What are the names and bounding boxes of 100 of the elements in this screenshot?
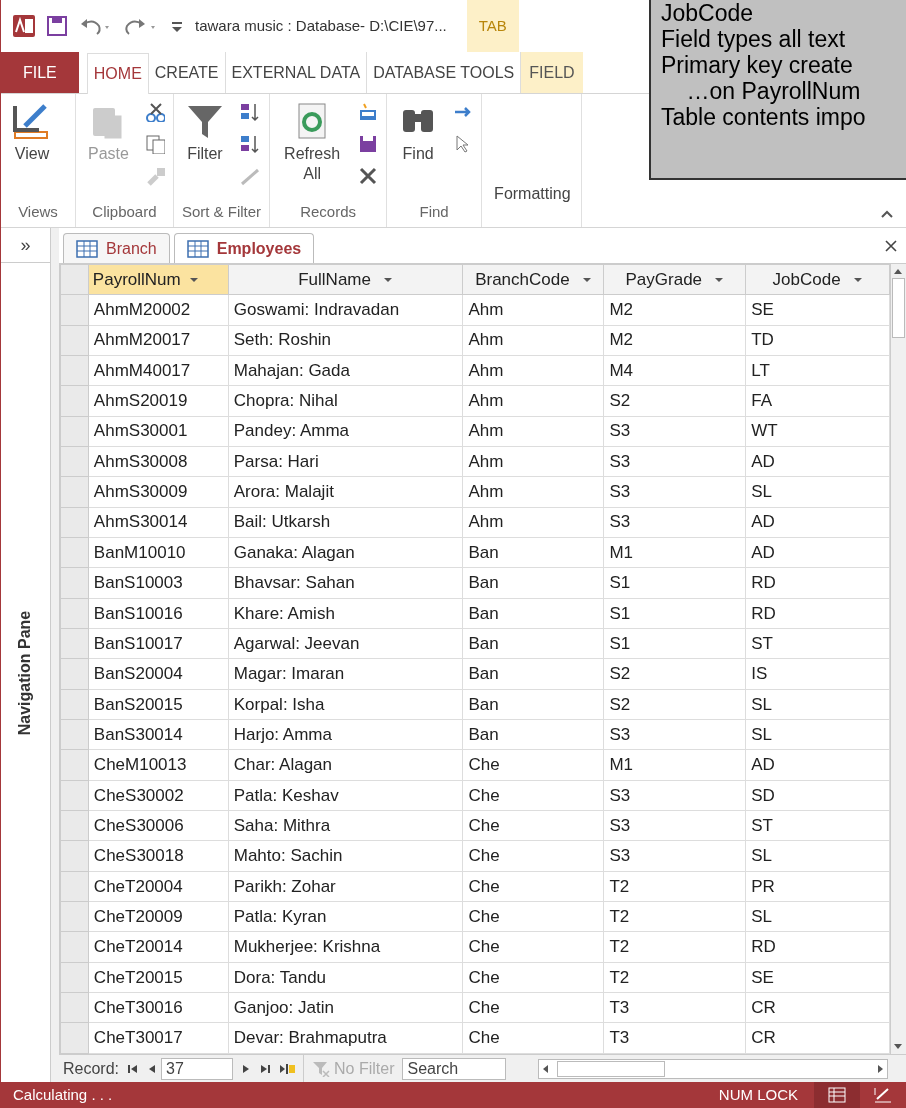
table-cell: Ahm — [462, 476, 604, 508]
dropdown-caret-icon[interactable] — [382, 276, 393, 283]
table-cell: BanS20015 — [88, 689, 229, 720]
group-label: Sort & Filter — [181, 201, 262, 222]
dropdown-caret-icon[interactable] — [188, 276, 199, 283]
dropdown-caret-icon[interactable] — [714, 276, 725, 283]
datasheet-icon — [828, 1087, 846, 1103]
new-record-icon[interactable] — [279, 1062, 296, 1075]
collapse-ribbon-icon[interactable] — [880, 209, 894, 219]
save-record-icon[interactable] — [358, 134, 379, 154]
column-header[interactable]: JobCode — [745, 264, 890, 295]
table-cell: FA — [745, 385, 890, 417]
table-cell: M1 — [603, 537, 746, 568]
table-cell: Ban — [462, 689, 604, 720]
table-cell: Ahm — [462, 325, 604, 356]
table-cell: S3 — [603, 446, 746, 477]
table-cell: Agarwal: Jeevan — [228, 628, 463, 659]
sort-descending-icon[interactable] — [239, 134, 260, 154]
ribbon-button[interactable]: Refresh All — [278, 102, 347, 201]
table-cell: AhmS30008 — [88, 446, 229, 477]
column-header[interactable]: BranchCode — [462, 264, 604, 295]
ribbon-button[interactable]: Find — [395, 102, 442, 201]
table-cell: Harjo: Amma — [228, 719, 463, 750]
horizontal-scrollbar[interactable] — [538, 1058, 888, 1079]
close-icon[interactable] — [884, 239, 898, 253]
scissors-icon[interactable] — [144, 102, 165, 122]
table-cell: SL — [745, 719, 890, 750]
table-cell: SE — [745, 962, 890, 993]
scroll-thumb[interactable] — [557, 1060, 666, 1077]
table-cell: SD — [745, 780, 890, 811]
table-cell: Che — [462, 749, 604, 781]
document-tab[interactable]: Branch — [63, 233, 170, 263]
new-record-icon[interactable] — [358, 102, 379, 122]
ribbon-button[interactable]: Formatting — [490, 182, 575, 227]
record-label: Record: — [63, 1058, 120, 1079]
first-record-icon[interactable] — [127, 1062, 140, 1075]
ribbon-tab[interactable]: FIELD — [521, 52, 583, 93]
table-cell: BanS10003 — [88, 567, 229, 599]
ribbon-tab[interactable]: EXTERNAL DATA — [225, 52, 368, 93]
document-tab[interactable]: Employees — [173, 233, 315, 263]
previous-record-icon[interactable] — [147, 1062, 158, 1075]
table-cell: Ban — [462, 658, 604, 690]
table-cell: AhmM20002 — [88, 294, 229, 325]
table-cell: Che — [462, 780, 604, 811]
ribbon-tab[interactable]: HOME — [86, 53, 149, 94]
table-cell: M4 — [603, 355, 746, 386]
table-cell: Patla: Keshav — [228, 780, 463, 811]
vertical-scrollbar[interactable] — [890, 264, 906, 1054]
table-cell: BanS10017 — [88, 628, 229, 659]
table-cell: CheS30002 — [88, 780, 229, 811]
table-cell: S1 — [603, 567, 746, 599]
group-label: Find — [418, 201, 450, 222]
scroll-thumb[interactable] — [892, 278, 905, 338]
table-cell: T2 — [603, 901, 746, 932]
customize-icon[interactable] — [171, 19, 183, 33]
table-cell: S3 — [603, 719, 746, 750]
delete-icon[interactable] — [358, 166, 379, 186]
dropdown-caret-icon[interactable] — [581, 276, 592, 283]
column-header[interactable]: PayGrade — [603, 264, 746, 295]
table-cell: Parsa: Hari — [228, 446, 463, 477]
navigation-pane-label[interactable]: Navigation Pane — [13, 610, 38, 735]
search-field[interactable]: Search — [402, 1057, 507, 1080]
table-cell: PR — [745, 871, 890, 902]
column-header[interactable]: FullName — [228, 264, 463, 295]
table-cell: AD — [745, 749, 890, 781]
ribbon-button[interactable]: View — [9, 102, 55, 201]
window-title: tawara music : Database- D:\CIE\97... — [195, 15, 447, 36]
ribbon-button[interactable]: Filter — [181, 102, 228, 201]
note-text: Primary key create — [661, 52, 854, 78]
table-cell: SL — [745, 840, 890, 872]
dropdown-caret-icon[interactable] — [852, 276, 863, 283]
table-cell: CheT30017 — [88, 1022, 229, 1054]
ribbon-tab[interactable]: FILE — [1, 52, 79, 93]
table-cell: T3 — [603, 1022, 746, 1054]
table-cell: T2 — [603, 931, 746, 963]
table-cell: AhmM20017 — [88, 325, 229, 356]
table-cell: S1 — [603, 628, 746, 659]
ribbon-tab[interactable]: CREATE — [148, 52, 226, 93]
note-text: Table contents impo — [661, 104, 867, 130]
table-cell: Magar: Imaran — [228, 658, 463, 690]
table-cell: AhmS20019 — [88, 385, 229, 417]
table-cell: Patla: Kyran — [228, 901, 463, 932]
datasheet-view-button[interactable] — [814, 1082, 860, 1108]
view-icon — [13, 102, 51, 140]
table-cell: Che — [462, 871, 604, 902]
table-cell: Ahm — [462, 294, 604, 325]
table-cell: CheM10013 — [88, 749, 229, 781]
table-cell: S3 — [603, 476, 746, 508]
sort-ascending-icon[interactable] — [239, 102, 260, 122]
table-cell: BanS20004 — [88, 658, 229, 690]
last-record-icon[interactable] — [259, 1062, 272, 1075]
record-number-field[interactable]: 37 — [161, 1057, 234, 1080]
table-cell: AhmS30001 — [88, 416, 229, 447]
copy-icon[interactable] — [144, 134, 165, 154]
table-cell: SL — [745, 901, 890, 932]
app-icon[interactable] — [13, 15, 35, 37]
table-cell: T3 — [603, 992, 746, 1023]
column-header[interactable]: PayrollNum — [88, 264, 229, 295]
save-icon[interactable] — [47, 16, 67, 36]
expand-button[interactable]: » — [20, 228, 31, 262]
